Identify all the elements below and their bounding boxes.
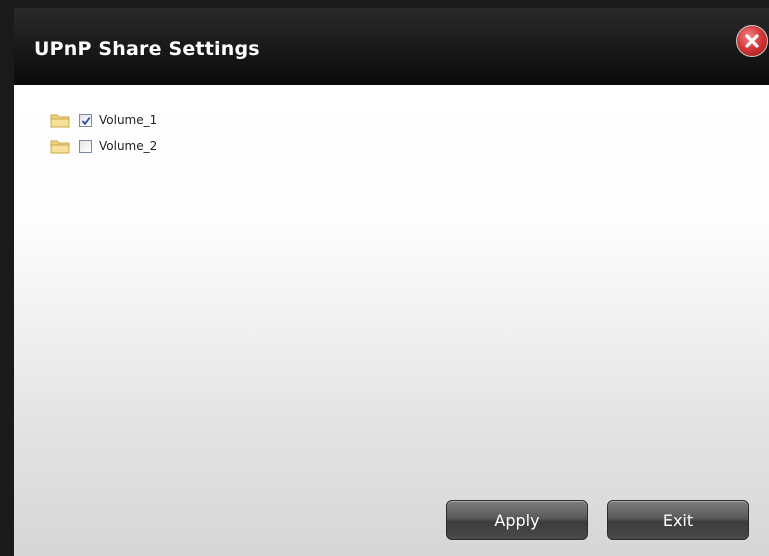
volume-2-checkbox[interactable] [79, 139, 92, 153]
check-icon [81, 116, 91, 125]
close-icon [745, 34, 759, 48]
close-button[interactable] [736, 25, 768, 57]
volume-1-label: Volume_1 [99, 113, 158, 127]
folder-icon [50, 140, 70, 154]
upnp-share-settings-dialog: UPnP Share Settings Volume_1 Volume_2 Ap… [14, 8, 769, 556]
list-item-volume-2: Volume_2 [50, 133, 157, 159]
dialog-content: Volume_1 Volume_2 [14, 85, 769, 556]
volume-1-checkbox[interactable] [79, 113, 92, 127]
apply-button[interactable]: Apply [446, 500, 588, 540]
dialog-title: UPnP Share Settings [34, 38, 260, 60]
folder-icon [50, 114, 70, 128]
volume-tree: Volume_1 Volume_2 [50, 107, 157, 159]
volume-2-label: Volume_2 [99, 139, 158, 153]
title-bar: UPnP Share Settings [14, 8, 769, 85]
list-item-volume-1: Volume_1 [50, 107, 157, 133]
exit-button[interactable]: Exit [607, 500, 749, 540]
